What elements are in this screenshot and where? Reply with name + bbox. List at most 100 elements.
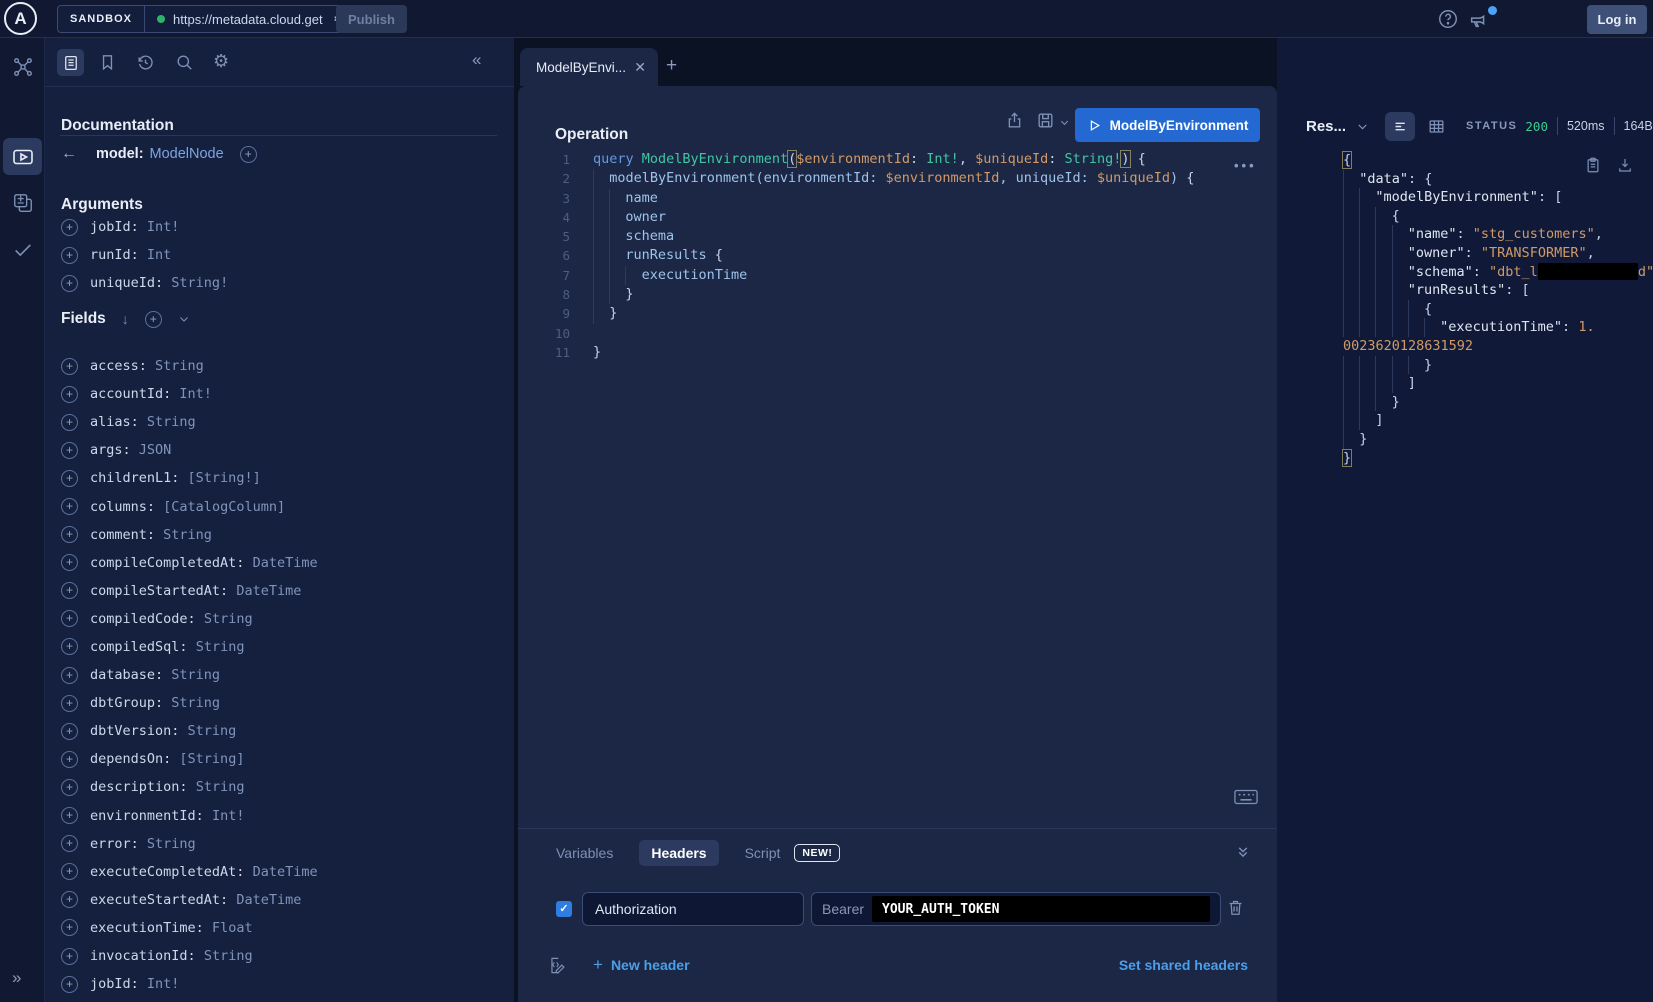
new-header-button[interactable]: + New header [593, 955, 690, 975]
endpoint-bar[interactable]: SANDBOX https://metadata.cloud.get ⚙ [57, 5, 355, 33]
field-row[interactable]: +jobId: Int! [61, 970, 501, 998]
auth-token-value[interactable]: YOUR_AUTH_TOKEN [872, 896, 1210, 922]
editor-line[interactable]: 8} [518, 285, 1277, 304]
announcements-icon[interactable] [1468, 9, 1490, 31]
field-row[interactable]: +dbtVersion: String [61, 717, 501, 745]
header-value-input[interactable]: BearerYOUR_AUTH_TOKEN [811, 892, 1221, 926]
raw-view-toggle[interactable] [1385, 112, 1415, 141]
editor-line[interactable]: 7executionTime [518, 266, 1277, 285]
save-icon[interactable] [1036, 111, 1055, 130]
editor-line[interactable]: 3name [518, 189, 1277, 208]
field-row[interactable]: +compileStartedAt: DateTime [61, 577, 501, 605]
add-field-icon[interactable]: + [61, 807, 78, 824]
editor-line[interactable]: 2modelByEnvironment(environmentId: $envi… [518, 169, 1277, 188]
field-row[interactable]: +executeCompletedAt: DateTime [61, 858, 501, 886]
field-row[interactable]: +args: JSON [61, 436, 501, 464]
add-field-icon[interactable]: + [61, 414, 78, 431]
sidebar-item-checks[interactable] [12, 239, 34, 261]
chevron-down-icon[interactable] [178, 313, 190, 325]
field-row[interactable]: +compiledSql: String [61, 633, 501, 661]
header-enabled-checkbox[interactable]: ✓ [556, 901, 572, 917]
add-field-icon[interactable]: + [61, 779, 78, 796]
add-field-icon[interactable]: + [61, 919, 78, 936]
add-field-icon[interactable]: + [61, 695, 78, 712]
sidebar-item-explorer[interactable] [3, 138, 42, 175]
new-tab-button[interactable]: + [666, 55, 677, 77]
field-row[interactable]: +executeStartedAt: DateTime [61, 886, 501, 914]
table-view-toggle[interactable] [1427, 117, 1446, 136]
editor-line[interactable]: 6runResults { [518, 246, 1277, 265]
add-field-icon[interactable]: + [61, 723, 78, 740]
add-field-icon[interactable]: + [61, 275, 78, 292]
field-row[interactable]: +compiledCode: String [61, 605, 501, 633]
run-operation-button[interactable]: ModelByEnvironment [1075, 108, 1260, 142]
header-name-input[interactable]: Authorization [582, 892, 804, 926]
query-editor[interactable]: 1query ModelByEnvironment($environmentId… [518, 150, 1277, 362]
add-field-icon[interactable]: + [61, 526, 78, 543]
apollo-logo[interactable]: A [4, 2, 37, 35]
add-field-icon[interactable]: + [61, 751, 78, 768]
graph-icon[interactable] [12, 56, 34, 78]
response-json[interactable]: {"data": {"modelByEnvironment": [{"name"… [1320, 151, 1650, 467]
field-row[interactable]: +dbtGroup: String [61, 689, 501, 717]
help-icon[interactable] [1437, 8, 1459, 30]
editor-line[interactable]: 5schema [518, 227, 1277, 246]
add-field-icon[interactable]: + [61, 442, 78, 459]
search-icon[interactable] [175, 53, 194, 72]
field-row[interactable]: +access: String [61, 352, 501, 380]
add-field-icon[interactable]: + [61, 891, 78, 908]
operation-tab[interactable]: ModelByEnvi... ✕ [520, 48, 658, 86]
add-field-icon[interactable]: + [61, 219, 78, 236]
close-tab-icon[interactable]: ✕ [634, 59, 646, 76]
field-row[interactable]: +error: String [61, 830, 501, 858]
add-field-icon[interactable]: + [61, 863, 78, 880]
editor-line[interactable]: 1query ModelByEnvironment($environmentId… [518, 150, 1277, 169]
login-button[interactable]: Log in [1587, 5, 1647, 34]
add-field-icon[interactable]: + [61, 976, 78, 993]
field-row[interactable]: +accountId: Int! [61, 380, 501, 408]
field-row[interactable]: +database: String [61, 661, 501, 689]
add-field-icon[interactable]: + [61, 386, 78, 403]
documentation-tab-icon[interactable] [57, 49, 84, 76]
add-field-icon[interactable]: + [61, 247, 78, 264]
add-field-icon[interactable]: + [61, 470, 78, 487]
field-row[interactable]: +jobId: Int! [61, 213, 501, 241]
field-row[interactable]: +description: String [61, 773, 501, 801]
field-row[interactable]: +runId: Int [61, 241, 501, 269]
publish-button[interactable]: Publish [336, 5, 407, 33]
share-icon[interactable] [1005, 111, 1024, 130]
add-field-icon[interactable]: + [61, 948, 78, 965]
field-row[interactable]: +comment: String [61, 521, 501, 549]
field-row[interactable]: +executionTime: Float [61, 914, 501, 942]
add-to-query-icon[interactable]: + [240, 146, 257, 163]
field-row[interactable]: +alias: String [61, 408, 501, 436]
field-row[interactable]: +environmentId: Int! [61, 802, 501, 830]
set-shared-headers-button[interactable]: Set shared headers [1119, 957, 1248, 973]
field-row[interactable]: +childrenL1: [String!] [61, 464, 501, 492]
add-field-icon[interactable]: + [61, 667, 78, 684]
bookmark-icon[interactable] [98, 53, 117, 72]
editor-line[interactable]: 10 [518, 324, 1277, 343]
field-row[interactable]: +dependsOn: [String] [61, 745, 501, 773]
endpoint-url-input[interactable]: https://metadata.cloud.get [173, 12, 329, 27]
collapse-panel-icon[interactable] [1234, 843, 1252, 861]
editor-line[interactable]: 11} [518, 343, 1277, 362]
collapse-left-icon[interactable]: « [472, 50, 481, 70]
tab-variables[interactable]: Variables [556, 845, 613, 861]
response-dropdown-chevron-icon[interactable] [1356, 120, 1369, 133]
back-arrow-icon[interactable]: ← [61, 145, 77, 163]
keyboard-shortcuts-icon[interactable] [1234, 788, 1258, 806]
save-dropdown-chevron-icon[interactable] [1059, 117, 1070, 128]
sort-icon[interactable]: ↓ [122, 311, 129, 327]
sidebar-item-changelog[interactable] [12, 192, 34, 214]
add-field-icon[interactable]: + [61, 498, 78, 515]
add-field-icon[interactable]: + [61, 582, 78, 599]
field-row[interactable]: +compileCompletedAt: DateTime [61, 549, 501, 577]
field-row[interactable]: +uniqueId: String! [61, 269, 501, 297]
delete-header-icon[interactable] [1226, 898, 1245, 917]
history-icon[interactable] [136, 53, 155, 72]
add-field-icon[interactable]: + [61, 554, 78, 571]
add-field-icon[interactable]: + [61, 638, 78, 655]
add-field-icon[interactable]: + [61, 358, 78, 375]
editor-line[interactable]: 9} [518, 304, 1277, 323]
